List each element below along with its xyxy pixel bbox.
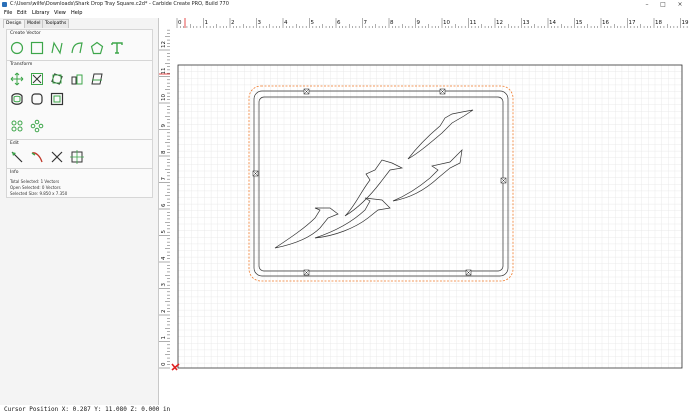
tab-toolpaths[interactable]: Toolpaths [42,19,70,28]
app-icon [2,2,7,7]
title-bar: C:\Users\wilfe\Downloads\Shark Drop Tray… [0,0,690,9]
ruler-x-label: 16 [602,20,609,26]
close-icon[interactable]: × [673,0,687,9]
menu-file[interactable]: File [4,9,12,18]
ruler-y-label: 9 [161,124,167,128]
ruler-y-label: 6 [161,203,167,207]
stock-outline [177,64,683,369]
ruler-y-label: 1 [161,336,167,340]
ruler-x-label: 1 [205,20,209,26]
ruler-y-label: 8 [161,150,167,154]
menu-library[interactable]: Library [32,9,49,18]
minimize-icon[interactable]: – [640,0,654,9]
create-vector-panel: Create Vector [6,29,153,61]
offset-icon[interactable] [10,92,24,106]
ruler-x-label: 17 [629,20,636,26]
ruler-x-label: 14 [549,20,556,26]
ruler-x-label: 19 [682,20,689,26]
ruler-x-label: 7 [364,20,368,26]
status-bar: Cursor Position X: 0.287 Y: 11.080 Z: 0.… [0,405,690,414]
fillet-icon[interactable] [30,92,44,106]
ruler-x-label: 11 [470,20,477,26]
ruler-x-label: 12 [496,20,503,26]
transform-title: Transform [10,62,33,67]
ruler-y-label: 10 [161,94,167,101]
shark-5 [407,109,474,160]
text-icon[interactable] [110,41,124,55]
mirror-icon[interactable] [90,72,104,86]
node-edit-icon[interactable] [10,119,24,133]
create-vector-title: Create Vector [10,31,41,36]
ruler-y-label: 5 [161,230,167,234]
info-panel: Info Total Selected: 1 Vectors Open Sele… [6,168,153,198]
menu-edit[interactable]: Edit [17,9,27,18]
edit-panel: Edit [6,139,153,169]
ruler-x-label: 15 [576,20,583,26]
ruler-y-label: 11 [161,68,167,75]
menu-view[interactable]: View [54,9,66,18]
selection-outline[interactable] [248,85,514,282]
ruler-x-label: 2 [231,20,235,26]
ruler-x-label: 5 [311,20,315,26]
trim-icon[interactable] [50,150,64,164]
scale-icon[interactable] [30,72,44,86]
rectangle-icon[interactable] [30,41,44,55]
circle-icon[interactable] [10,41,24,55]
ruler-y-label: 3 [161,283,167,287]
window-title: C:\Users\wilfe\Downloads\Shark Drop Tray… [10,1,229,7]
cursor-position: Cursor Position X: 0.287 Y: 11.080 Z: 0.… [4,406,171,413]
ruler-x-label: 13 [523,20,530,26]
info-open-selected: Open Selected: 0 Vectors [10,185,61,190]
curve-icon[interactable] [50,41,64,55]
tray-outer-vector[interactable] [253,90,509,277]
ruler-y-label: 4 [161,256,167,260]
info-title: Info [10,170,19,175]
align-icon[interactable] [70,72,84,86]
node-edit-icon[interactable] [10,150,24,164]
ruler-y-label: 0 [161,362,167,366]
rotate-icon[interactable] [50,72,64,86]
edit-title: Edit [10,141,19,146]
maximize-icon[interactable]: □ [656,0,670,9]
polyline-icon[interactable] [70,41,84,55]
design-canvas[interactable] [170,28,690,378]
move-icon[interactable] [10,72,24,86]
ruler-x-label: 0 [178,20,182,26]
sidebar-tabs: Design Model Toolpaths [0,18,158,28]
grid [177,64,682,368]
boundary-icon[interactable] [50,92,64,106]
knife-icon[interactable] [30,150,44,164]
tab-design[interactable]: Design [3,19,25,28]
ruler-x-label: 6 [337,20,341,26]
ruler-x-label: 3 [258,20,262,26]
tab-model[interactable]: Model [24,19,44,28]
selection-handles[interactable] [252,88,507,276]
ruler-x-label: 4 [284,20,288,26]
array-icon[interactable] [30,119,44,133]
menu-help[interactable]: Help [71,9,82,18]
info-selected-size: Selected Size: 9.850 x 7.350 [10,191,68,196]
shark-3 [344,159,404,217]
shark-vectors[interactable] [274,109,474,249]
ruler-y-label: 2 [161,310,167,314]
shark-1 [274,207,339,249]
sidebar: Design Model Toolpaths Create Vector Tra… [0,18,159,405]
ruler-y-label: 7 [161,177,167,181]
bounding-box-icon[interactable] [70,150,84,164]
ruler-x-label: 8 [390,20,394,26]
tray-inner-vector[interactable] [258,96,504,272]
ruler-x-label: 9 [417,20,421,26]
ruler-y-label: 12 [161,41,167,48]
ruler-x-label: 18 [655,20,662,26]
ruler-x-label: 10 [443,20,450,26]
menu-bar: File Edit Library View Help [0,9,690,18]
info-total-selected: Total Selected: 1 Vectors [10,179,60,184]
polygon-icon[interactable] [90,41,104,55]
